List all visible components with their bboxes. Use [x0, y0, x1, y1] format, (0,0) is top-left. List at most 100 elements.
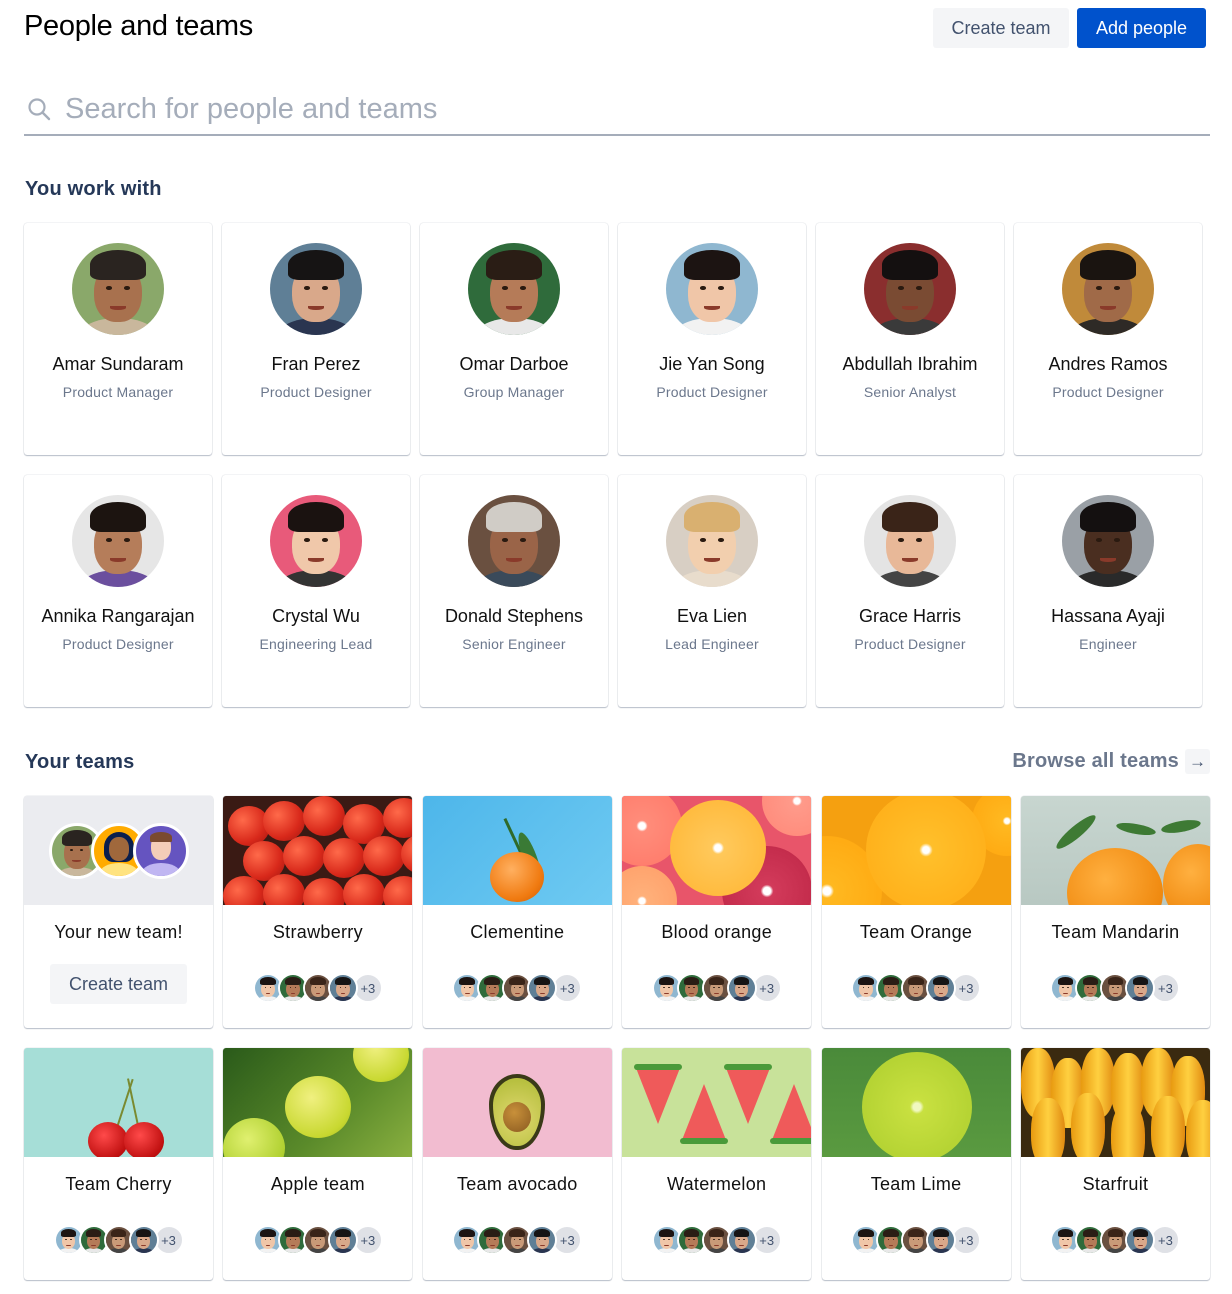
person-card[interactable]: Eva Lien Lead Engineer: [618, 475, 806, 707]
person-name: Andres Ramos: [1048, 354, 1168, 374]
team-image-clementine: [422, 796, 612, 905]
person-card[interactable]: Omar Darboe Group Manager: [420, 223, 608, 455]
section-title-you-work-with: You work with: [25, 178, 162, 200]
team-name: Blood orange: [661, 922, 773, 942]
team-card[interactable]: Team Mandarin +3: [1020, 796, 1210, 1028]
search-input[interactable]: [65, 92, 1165, 126]
create-team-button[interactable]: Create team: [933, 8, 1069, 48]
person-role: Product Designer: [62, 636, 174, 652]
person-name: Eva Lien: [676, 606, 748, 626]
search-bar: [24, 84, 1210, 136]
person-role: Product Designer: [854, 636, 966, 652]
member-avatar-stack: +3: [452, 973, 583, 1003]
person-name: Omar Darboe: [459, 354, 569, 374]
team-name: Clementine: [470, 922, 565, 942]
member-avatar: [128, 1225, 159, 1255]
avatar: [72, 495, 164, 587]
member-avatar: [926, 973, 957, 1003]
member-avatar-stack: +3: [651, 973, 782, 1003]
new-team-illustration: [24, 796, 213, 905]
new-team-card: Your new team! Create team: [24, 796, 213, 1028]
member-avatar: [1125, 973, 1156, 1003]
team-name: Team Mandarin: [1051, 922, 1180, 942]
person-role: Product Designer: [656, 384, 768, 400]
team-card[interactable]: Starfruit +3: [1020, 1048, 1210, 1280]
team-image-lime: [821, 1048, 1011, 1157]
person-card[interactable]: Fran Perez Product Designer: [222, 223, 410, 455]
section-title-your-teams: Your teams: [25, 751, 135, 773]
browse-all-teams-label: Browse all teams: [1012, 750, 1179, 772]
team-card[interactable]: Team Cherry +3: [24, 1048, 213, 1280]
person-card[interactable]: Abdullah Ibrahim Senior Analyst: [816, 223, 1004, 455]
member-avatar: [726, 973, 757, 1003]
team-image-watermelon-slices: [622, 1048, 812, 1157]
arrow-right-icon[interactable]: →: [1185, 749, 1210, 774]
person-name: Donald Stephens: [444, 606, 584, 626]
teams-grid: Your new team! Create team Strawberry +3 C…: [24, 796, 1210, 1280]
person-card[interactable]: Jie Yan Song Product Designer: [618, 223, 806, 455]
person-role: Senior Analyst: [863, 384, 957, 400]
person-card[interactable]: Donald Stephens Senior Engineer: [420, 475, 608, 707]
person-card[interactable]: Hassana Ayaji Engineer: [1014, 475, 1202, 707]
person-name: Hassana Ayaji: [1051, 606, 1165, 626]
person-card[interactable]: Amar Sundaram Product Manager: [24, 223, 212, 455]
browse-all-teams-link[interactable]: Browse all teams →: [1012, 749, 1210, 774]
person-name: Jie Yan Song: [659, 354, 765, 374]
avatar: [864, 243, 956, 335]
avatar: [270, 495, 362, 587]
avatar: [1062, 243, 1154, 335]
person-card[interactable]: Grace Harris Product Designer: [816, 475, 1004, 707]
avatar: [270, 243, 362, 335]
team-card[interactable]: Clementine +3: [422, 796, 612, 1028]
avatar: [72, 243, 164, 335]
member-avatar-stack: +3: [252, 973, 383, 1003]
member-avatar: [1125, 1225, 1156, 1255]
avatar: [468, 495, 560, 587]
member-avatar-stack: +3: [651, 1225, 782, 1255]
person-card[interactable]: Annika Rangarajan Product Designer: [24, 475, 212, 707]
member-avatar-stack: +3: [452, 1225, 583, 1255]
member-avatar-stack: +3: [851, 1225, 982, 1255]
team-image-green-apples: [223, 1048, 413, 1157]
team-name: Team avocado: [456, 1174, 578, 1194]
team-image-orange-slices: [821, 796, 1011, 905]
member-avatar: [527, 973, 558, 1003]
member-avatar: [327, 1225, 358, 1255]
team-card[interactable]: Apple team +3: [223, 1048, 413, 1280]
team-card[interactable]: Team Lime +3: [821, 1048, 1011, 1280]
team-card[interactable]: Team Orange +3: [821, 796, 1011, 1028]
create-team-card-button[interactable]: Create team: [50, 964, 187, 1004]
team-card[interactable]: Watermelon +3: [622, 1048, 812, 1280]
team-name: Apple team: [270, 1174, 365, 1194]
person-name: Fran Perez: [271, 354, 361, 374]
person-name: Amar Sundaram: [52, 354, 184, 374]
search-icon: [27, 97, 51, 121]
team-image-avocado: [422, 1048, 612, 1157]
team-card[interactable]: Team avocado +3: [422, 1048, 612, 1280]
person-role: Engineer: [1079, 636, 1137, 652]
person-role: Lead Engineer: [665, 636, 759, 652]
team-name: Watermelon: [666, 1174, 767, 1194]
person-card[interactable]: Andres Ramos Product Designer: [1014, 223, 1202, 455]
member-avatar-stack: +3: [53, 1225, 184, 1255]
add-people-button[interactable]: Add people: [1077, 8, 1206, 48]
member-avatar-stack: +3: [1050, 1225, 1181, 1255]
member-avatar-stack: +3: [1050, 973, 1181, 1003]
people-grid: Amar Sundaram Product Manager Fran Perez Pr…: [24, 223, 1202, 707]
person-role: Product Manager: [62, 384, 174, 400]
team-name: Your new team!: [54, 922, 183, 942]
team-image-cherries: [24, 1048, 213, 1157]
avatar: [468, 243, 560, 335]
team-name: Team Orange: [859, 922, 973, 942]
person-role: Product Designer: [260, 384, 372, 400]
person-name: Grace Harris: [858, 606, 961, 626]
person-role: Product Designer: [1052, 384, 1164, 400]
team-card[interactable]: Blood orange +3: [622, 796, 812, 1028]
team-name: Strawberry: [272, 922, 363, 942]
team-card[interactable]: Strawberry +3: [223, 796, 413, 1028]
page-title: People and teams: [24, 10, 253, 42]
person-card[interactable]: Crystal Wu Engineering Lead: [222, 475, 410, 707]
member-avatar: [726, 1225, 757, 1255]
avatar-placeholder-icon: [132, 822, 189, 879]
team-name: Team Lime: [870, 1174, 962, 1194]
